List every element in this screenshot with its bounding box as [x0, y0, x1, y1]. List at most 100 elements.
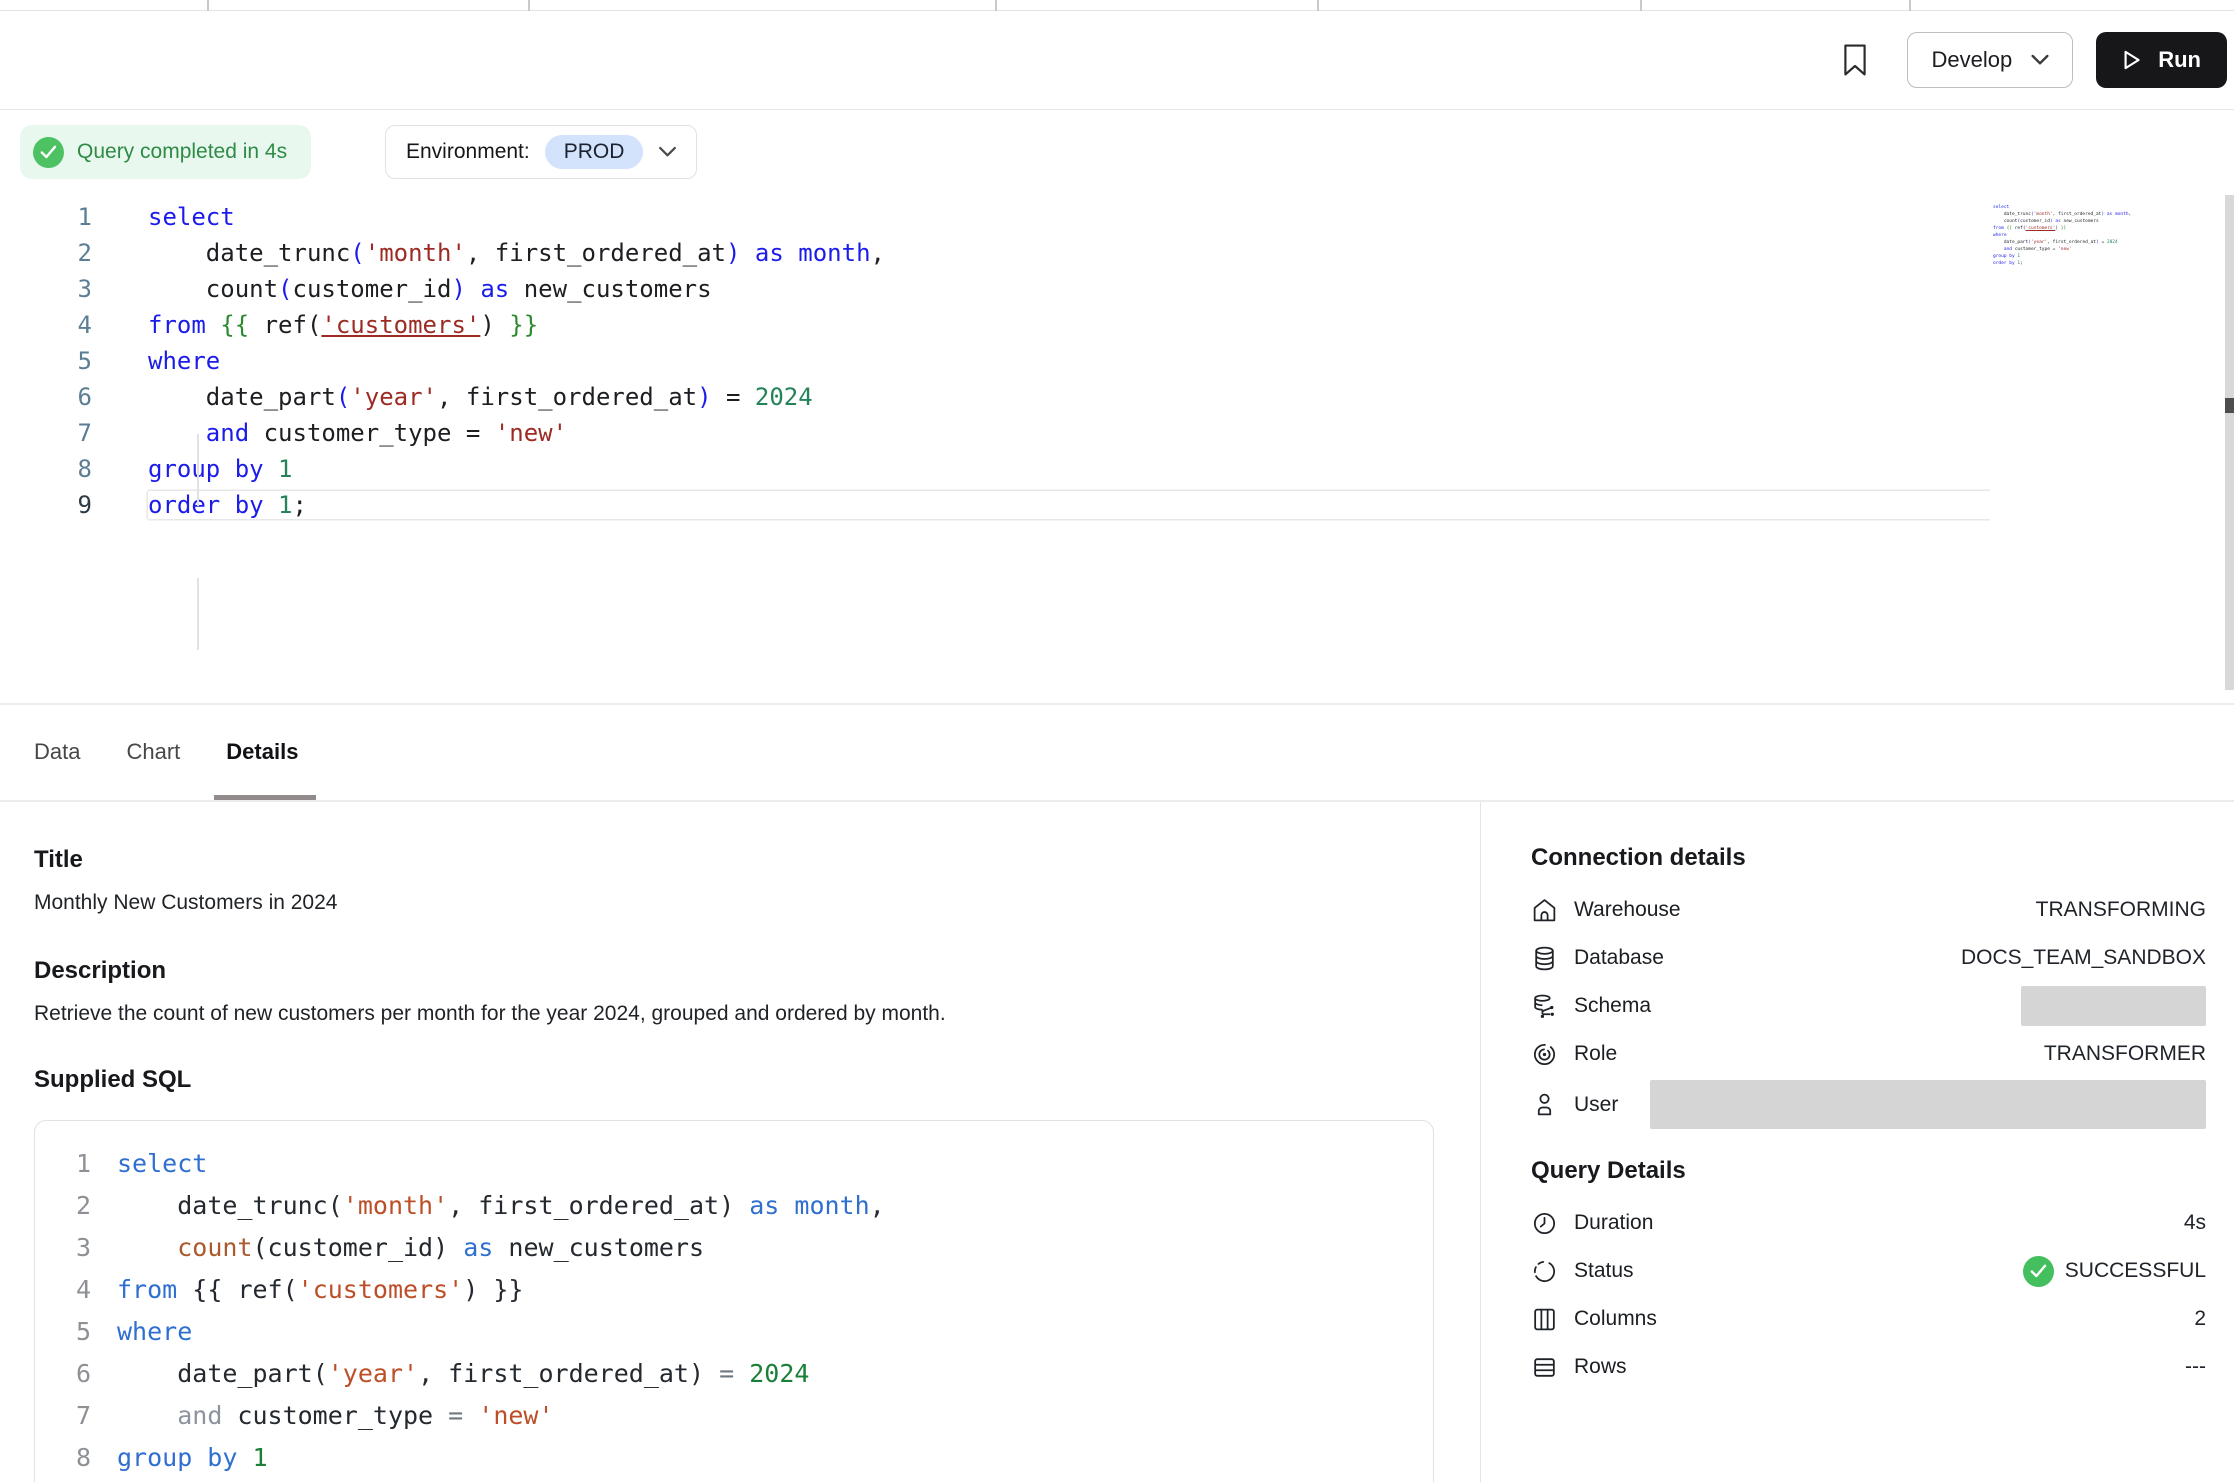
- duration-row: Duration 4s: [1531, 1199, 2206, 1247]
- line-number: 2: [0, 239, 92, 267]
- check-circle-icon: [33, 137, 64, 168]
- line-number: 7: [51, 1401, 91, 1430]
- loader-icon: [1531, 1258, 1558, 1285]
- indent-guide: [197, 434, 199, 506]
- user-row: User: [1531, 1078, 2206, 1131]
- tab-divider: [1909, 0, 1911, 11]
- line-number: 6: [0, 383, 92, 411]
- warehouse-value: TRANSFORMING: [2036, 898, 2206, 922]
- code-line: 1select: [51, 1149, 1433, 1191]
- status-label: Status: [1574, 1259, 1634, 1283]
- supplied-sql-heading: Supplied SQL: [34, 1066, 1480, 1094]
- tab-data[interactable]: Data: [34, 704, 80, 800]
- success-check-icon: [2023, 1256, 2054, 1287]
- line-number: 8: [0, 455, 92, 483]
- title-heading: Title: [34, 846, 1480, 874]
- code-line: 3 count(customer_id) as new_customers: [51, 1233, 1433, 1275]
- line-number: 3: [0, 275, 92, 303]
- query-status-text: Query completed in 4s: [77, 140, 287, 164]
- warehouse-row: Warehouse TRANSFORMING: [1531, 886, 2206, 934]
- code-line: 8group by 1: [51, 1443, 1433, 1482]
- code-line: from {{ ref('customers') }}: [1993, 226, 2103, 233]
- schema-row: Schema: [1531, 982, 2206, 1030]
- code-line: group by 1: [1993, 254, 2103, 261]
- description-heading: Description: [34, 957, 1480, 985]
- duration-label: Duration: [1574, 1211, 1653, 1235]
- code-line: 6 date_part('year', first_ordered_at) = …: [0, 383, 1990, 419]
- chevron-down-icon: [2030, 54, 2050, 66]
- status-value: SUCCESSFUL: [2023, 1256, 2206, 1287]
- line-number: 5: [51, 1317, 91, 1346]
- rows-icon: [1531, 1354, 1558, 1381]
- duration-value: 4s: [2184, 1211, 2206, 1235]
- code-line: order by 1;: [1993, 261, 2103, 268]
- role-row: Role TRANSFORMER: [1531, 1030, 2206, 1078]
- database-label: Database: [1574, 946, 1664, 970]
- line-number: 7: [0, 419, 92, 447]
- code-line: where: [1993, 233, 2103, 240]
- code-line: 2 date_trunc('month', first_ordered_at) …: [51, 1191, 1433, 1233]
- browser-tab-strip: [0, 0, 2234, 11]
- top-toolbar: Develop Run: [0, 11, 2234, 110]
- code-line: count(customer_id) as new_customers: [1993, 219, 2103, 226]
- sql-code-editor[interactable]: 1select2 date_trunc('month', first_order…: [0, 195, 2234, 703]
- run-label: Run: [2158, 47, 2201, 73]
- tab-chart[interactable]: Chart: [126, 704, 180, 800]
- environment-selector[interactable]: Environment: PROD: [385, 125, 697, 179]
- columns-label: Columns: [1574, 1307, 1657, 1331]
- query-details-heading: Query Details: [1531, 1157, 2206, 1185]
- code-line: 6 date_part('year', first_ordered_at) = …: [51, 1359, 1433, 1401]
- environment-label: Environment:: [406, 140, 530, 164]
- code-line: date_trunc('month', first_ordered_at) as…: [1993, 212, 2103, 219]
- tab-details[interactable]: Details: [226, 704, 298, 800]
- editor-scrollbar[interactable]: [2225, 195, 2234, 690]
- code-line: 1select: [0, 203, 1990, 239]
- code-line: 5where: [51, 1317, 1433, 1359]
- tab-divider: [995, 0, 997, 11]
- schema-value-redacted: [2021, 986, 2206, 1026]
- line-number: 4: [51, 1275, 91, 1304]
- role-icon: [1531, 1041, 1558, 1068]
- tab-divider: [528, 0, 530, 11]
- warehouse-icon: [1531, 897, 1558, 924]
- connection-details-panel: Connection details Warehouse TRANSFORMIN…: [1480, 802, 2234, 1482]
- line-number: 3: [51, 1233, 91, 1262]
- title-value: Monthly New Customers in 2024: [34, 891, 1480, 915]
- code-line: 7 and customer_type = 'new': [51, 1401, 1433, 1443]
- code-line: 4from {{ ref('customers') }}: [51, 1275, 1433, 1317]
- status-row: Status SUCCESSFUL: [1531, 1247, 2206, 1295]
- rows-value: ---: [2185, 1355, 2206, 1379]
- details-pane: Title Monthly New Customers in 2024 Desc…: [0, 802, 1480, 1482]
- line-number: 1: [51, 1149, 91, 1178]
- bookmark-icon[interactable]: [1833, 38, 1877, 82]
- description-value: Retrieve the count of new customers per …: [34, 1002, 1480, 1026]
- query-status-badge: Query completed in 4s: [20, 125, 311, 179]
- code-line: date_part('year', first_ordered_at) = 20…: [1993, 240, 2103, 247]
- develop-dropdown[interactable]: Develop: [1907, 32, 2074, 88]
- code-line: 8group by 1: [0, 455, 1990, 491]
- code-line: 2 date_trunc('month', first_ordered_at) …: [0, 239, 1990, 275]
- columns-row: Columns 2: [1531, 1295, 2206, 1343]
- database-icon: [1531, 945, 1558, 972]
- status-value-text: SUCCESSFUL: [2065, 1259, 2206, 1283]
- run-button[interactable]: Run: [2096, 32, 2227, 88]
- clock-icon: [1531, 1210, 1558, 1237]
- line-number: 2: [51, 1191, 91, 1220]
- user-label: User: [1574, 1093, 1618, 1117]
- code-line: 5where: [0, 347, 1990, 383]
- tab-divider: [1317, 0, 1319, 11]
- editor-code-lines: 1select2 date_trunc('month', first_order…: [0, 203, 1990, 527]
- editor-minimap[interactable]: select date_trunc('month', first_ordered…: [1993, 205, 2103, 275]
- user-value-redacted: [1650, 1080, 2206, 1129]
- play-icon: [2118, 47, 2144, 73]
- code-line: 7 and customer_type = 'new': [0, 419, 1990, 455]
- line-number: 5: [0, 347, 92, 375]
- line-number: 1: [0, 203, 92, 231]
- connection-details-heading: Connection details: [1531, 844, 2206, 872]
- app-window: Develop Run Query completed in 4s Enviro…: [0, 0, 2234, 1482]
- tab-divider: [1640, 0, 1642, 11]
- supplied-sql-code-block: 1select2 date_trunc('month', first_order…: [34, 1120, 1434, 1482]
- role-value: TRANSFORMER: [2044, 1042, 2206, 1066]
- scrollbar-thumb[interactable]: [2225, 398, 2234, 413]
- develop-label: Develop: [1932, 47, 2013, 73]
